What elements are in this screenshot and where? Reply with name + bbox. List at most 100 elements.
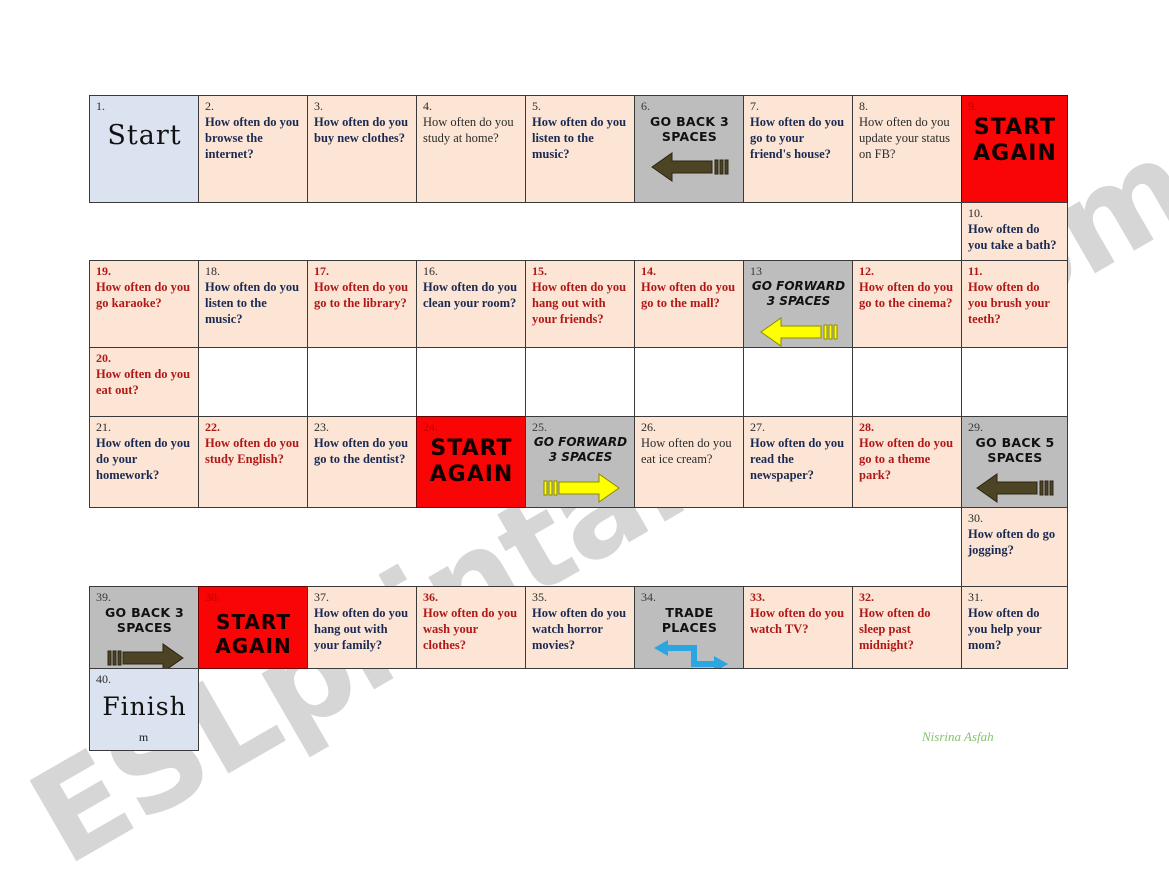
cell-number: 16. (423, 264, 438, 278)
board-blank-cell (634, 347, 744, 417)
action-label: TRADE PLACES (661, 605, 718, 635)
question-text: How often do you hang out with your fami… (314, 606, 409, 652)
cell-number: 29. (968, 420, 983, 434)
board-cell-question[interactable]: 27. How often do you read the newspaper? (743, 416, 853, 508)
finish-sublabel: m (138, 730, 151, 744)
board-cell-question[interactable]: 20. How often do you eat out? (89, 347, 199, 417)
question-text: How often do you watch TV? (750, 606, 845, 636)
board-cell-question[interactable]: 33. How often do you watch TV? (743, 586, 853, 669)
board-cell-question[interactable]: 4. How often do you study at home? (416, 95, 526, 203)
board-cell-question[interactable]: 15. How often do you hang out with your f… (525, 260, 635, 348)
board-cell-question[interactable]: 19. How often do you go karaoke? (89, 260, 199, 348)
board-cell-question[interactable]: 7. How often do you go to your friend's h… (743, 95, 853, 203)
question-text: How often do you go to a theme park? (859, 436, 954, 482)
board-cell-question[interactable]: 12. How often do you go to the cinema? (852, 260, 962, 348)
cell-number: 14. (641, 264, 656, 278)
question-text: How often do sleep past midnight? (859, 606, 931, 652)
board-spacer (89, 507, 199, 587)
board-cell-start[interactable]: 1. Start (89, 95, 199, 203)
board-cell-action[interactable]: 29. GO BACK 5 SPACES (961, 416, 1068, 508)
cell-number: 5. (532, 99, 541, 113)
board-cell-start-again[interactable]: 38. START AGAIN (198, 586, 308, 669)
action-label: GO FORWARD 3 SPACES (751, 279, 846, 308)
question-text: How often do you clean your room? (423, 280, 518, 310)
board-spacer (634, 507, 744, 587)
board-spacer (743, 507, 853, 587)
board-row: 1. Start 2. How often do you browse the int… (89, 95, 1076, 203)
cell-number: 15. (532, 264, 547, 278)
question-text: How often do you browse the internet? (205, 115, 300, 161)
board-cell-action[interactable]: 34. TRADE PLACES (634, 586, 744, 669)
board-cell-start-again[interactable]: 24. START AGAIN (416, 416, 526, 508)
board-cell-question[interactable]: 11. How often do you brush your teeth? (961, 260, 1068, 348)
board-row: 19. How often do you go karaoke? 18. How of… (89, 260, 1076, 348)
cell-number: 32. (859, 590, 874, 604)
board-row: 21. How often do you do your homework? 22.… (89, 416, 1076, 508)
board-cell-start-again[interactable]: 9. START AGAIN (961, 95, 1068, 203)
question-text: How often do go jogging? (968, 527, 1056, 557)
board-cell-question[interactable]: 26. How often do you eat ice cream? (634, 416, 744, 508)
board-cell-action[interactable]: 39. GO BACK 3 SPACES (89, 586, 199, 669)
board-spacer (525, 202, 635, 261)
question-text: How often do you update your status on F… (859, 115, 950, 161)
board-cell-action[interactable]: 13 GO FORWARD 3 SPACES (743, 260, 853, 348)
cell-number: 23. (314, 420, 329, 434)
board-spacer (198, 507, 308, 587)
board-spacer (198, 202, 308, 261)
board-cell-question[interactable]: 14. How often do you go to the mall? (634, 260, 744, 348)
question-text: How often do you study English? (205, 436, 300, 466)
question-text: How often do you read the newspaper? (750, 436, 845, 482)
question-text: How often do you go karaoke? (96, 280, 191, 310)
board-cell-action[interactable]: 25. GO FORWARD 3 SPACES (525, 416, 635, 508)
question-text: How often do you brush your teeth? (968, 280, 1050, 326)
cell-number: 39. (96, 590, 111, 604)
board-row: 39. GO BACK 3 SPACES 38. START AGAIN 37. How … (89, 586, 1076, 669)
board-cell-question[interactable]: 21. How often do you do your homework? (89, 416, 199, 508)
cell-number: 25. (532, 420, 547, 434)
board-cell-question[interactable]: 3. How often do you buy new clothes? (307, 95, 417, 203)
cell-number: 18. (205, 264, 220, 278)
cell-number: 9. (968, 99, 977, 113)
question-text: How often do you eat out? (96, 367, 191, 397)
cell-number: 8. (859, 99, 868, 113)
cell-number: 19. (96, 264, 111, 278)
start-again-label: START AGAIN (973, 115, 1057, 166)
board-cell-question[interactable]: 28. How often do you go to a theme park? (852, 416, 962, 508)
board-cell-question[interactable]: 2. How often do you browse the internet? (198, 95, 308, 203)
start-again-label: START AGAIN (429, 436, 514, 487)
board-cell-question[interactable]: 17. How often do you go to the library? (307, 260, 417, 348)
board-blank-cell (198, 347, 308, 417)
cell-number: 33. (750, 590, 765, 604)
board-cell-question[interactable]: 5. How often do you listen to the music? (525, 95, 635, 203)
cell-number: 2. (205, 99, 214, 113)
board-cell-question[interactable]: 10. How often do you take a bath? (961, 202, 1068, 261)
author-signature: Nisrina Asfah (922, 729, 994, 744)
cell-number: 1. (96, 99, 105, 113)
cell-number: 30. (968, 511, 983, 525)
board-cell-question[interactable]: 30. How often do go jogging? (961, 507, 1068, 587)
board-cell-question[interactable]: 22. How often do you study English? (198, 416, 308, 508)
board-cell-question[interactable]: 37. How often do you hang out with your f… (307, 586, 417, 669)
board-cell-question[interactable]: 35. How often do you watch horror movies? (525, 586, 635, 669)
board-cell-question[interactable]: 8. How often do you update your status on… (852, 95, 962, 203)
board-blank-cell (852, 347, 962, 417)
board-spacer (743, 668, 853, 751)
question-text: How often do you take a bath? (968, 222, 1057, 252)
arrow-right-icon (96, 641, 193, 668)
board-cell-question[interactable]: 18. How often do you listen to the music? (198, 260, 308, 348)
question-text: How often do you go to your friend's hou… (750, 115, 845, 161)
board-spacer (198, 668, 308, 751)
board-cell-question[interactable]: 36. How often do you wash your clothes? (416, 586, 526, 669)
board-cell-finish[interactable]: 40. Finish m (89, 668, 199, 751)
board-blank-cell (743, 347, 853, 417)
board-cell-question[interactable]: 16. How often do you clean your room? (416, 260, 526, 348)
board-cell-question[interactable]: 23. How often do you go to the dentist? (307, 416, 417, 508)
board-cell-question[interactable]: 31. How often do you help your mom? (961, 586, 1068, 669)
cell-number: 40. (96, 672, 111, 686)
board-cell-action[interactable]: 6. GO BACK 3 SPACES (634, 95, 744, 203)
board-cell-question[interactable]: 32. How often do sleep past midnight? (852, 586, 962, 669)
cell-number: 3. (314, 99, 323, 113)
trade-places-arrows-icon (641, 639, 738, 668)
board-spacer (525, 507, 635, 587)
board-spacer (416, 668, 526, 751)
